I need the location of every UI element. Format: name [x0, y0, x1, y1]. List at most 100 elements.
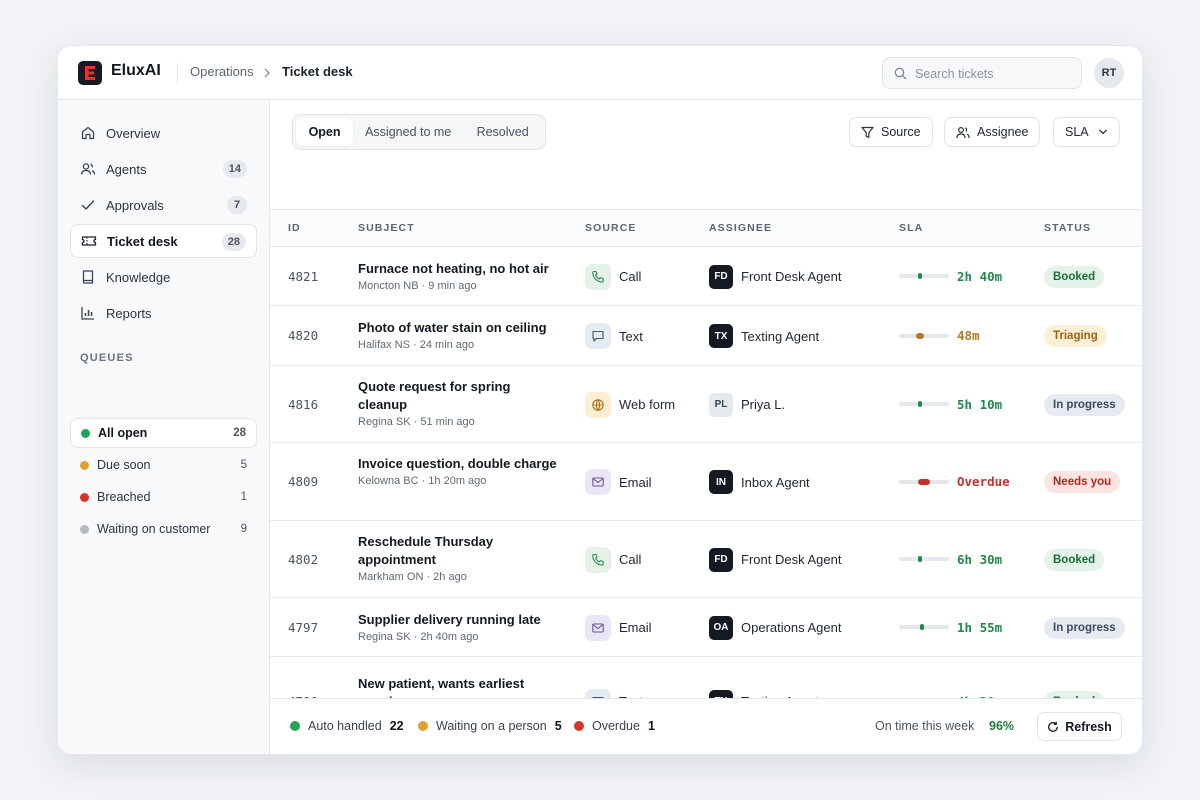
sidebar-item-label: Ticket desk — [107, 233, 178, 249]
user-avatar[interactable]: RT — [1094, 58, 1124, 88]
table-row[interactable]: 4820 Photo of water stain on ceiling Halif… — [270, 306, 1142, 366]
legend-waiting-on-person: Waiting on a person 5 — [418, 719, 562, 733]
ticket-title[interactable]: Invoice question, double charge — [358, 455, 558, 473]
ticket-title[interactable]: Supplier delivery running late — [358, 611, 558, 629]
on-time-label: On time this week — [875, 719, 975, 733]
legend-auto-handled: Auto handled 22 — [290, 719, 404, 733]
status-badge: In progress — [1044, 393, 1125, 416]
sla-bar-fill — [918, 401, 922, 407]
filter-label: Source — [881, 125, 921, 139]
table-row[interactable]: 4816 Quote request for spring cleanup Regi… — [270, 366, 1142, 443]
sidebar-item-label: Reports — [106, 305, 152, 321]
queue-breached[interactable]: Breached 1 — [70, 482, 257, 512]
sidebar-item-label: Overview — [106, 125, 161, 141]
ticket-meta: Halifax NS · 24 min ago — [358, 339, 475, 351]
legend-label: Waiting on a person — [436, 719, 547, 733]
column-header-id[interactable]: ID — [288, 222, 301, 234]
refresh-icon — [1047, 721, 1059, 733]
chevron-down-icon — [1098, 128, 1108, 136]
status-badge: Booked — [1044, 265, 1105, 288]
sla-bar-fill — [918, 556, 922, 562]
sla-indicator: 1h 55m — [899, 620, 1002, 635]
status-badge: Booked — [1044, 548, 1105, 571]
brand-name: EluxAI — [111, 62, 161, 79]
ticket-assignee: IN Inbox Agent — [709, 470, 810, 494]
ticket-source: Email — [585, 469, 652, 495]
status-dot — [80, 524, 89, 534]
table-row[interactable]: 4809 Invoice question, double charge Kelow… — [270, 443, 1142, 521]
source-label: Email — [619, 474, 652, 490]
breadcrumb-operations[interactable]: Operations — [190, 64, 254, 79]
sidebar: Overview Agents 14 Approvals 7 Ticket de… — [58, 100, 270, 754]
ticket-subject: Furnace not heating, no hot air Moncton N… — [358, 260, 558, 293]
status-badge: In progress — [1044, 616, 1125, 639]
column-header-sla[interactable]: SLA — [899, 222, 923, 234]
ticket-subject: Reschedule Thursday appointment Markham O… — [358, 533, 558, 584]
assignee-name: Inbox Agent — [741, 474, 810, 490]
sidebar-item-ticket-desk[interactable]: Ticket desk 28 — [70, 224, 257, 258]
ticket-meta: Markham ON · 2h ago — [358, 570, 467, 583]
tab-open[interactable]: Open — [296, 118, 354, 146]
queue-label: Due soon — [97, 458, 151, 472]
queue-label: Breached — [97, 490, 151, 504]
assignee-name: Front Desk Agent — [741, 269, 842, 284]
status-dot — [290, 721, 300, 731]
chevron-right-icon — [262, 66, 272, 84]
ticket-title[interactable]: Quote request for spring cleanup — [358, 378, 558, 414]
status-dot — [80, 460, 89, 470]
sidebar-item-overview[interactable]: Overview — [70, 116, 257, 150]
check-icon — [80, 197, 96, 213]
sla-filter-dropdown[interactable]: SLA — [1053, 117, 1120, 147]
ticket-title[interactable]: Photo of water stain on ceiling — [358, 319, 558, 337]
logo-icon — [78, 61, 102, 85]
refresh-button[interactable]: Refresh — [1037, 712, 1122, 741]
table-row[interactable]: 4797 Supplier delivery running late Regina… — [270, 598, 1142, 657]
table-row[interactable]: 4802 Reschedule Thursday appointment Markh… — [270, 521, 1142, 598]
source-label: Call — [619, 552, 642, 567]
ticket-id: 4821 — [288, 268, 319, 284]
sidebar-item-approvals[interactable]: Approvals 7 — [70, 188, 257, 222]
source-filter-button[interactable]: Source — [849, 117, 933, 147]
sla-bar-fill — [920, 624, 924, 630]
sla-bar-fill — [918, 478, 930, 485]
sla-bar — [899, 556, 949, 562]
sidebar-item-knowledge[interactable]: Knowledge — [70, 260, 257, 294]
table-row[interactable]: 4821 Furnace not heating, no hot air Monct… — [270, 247, 1142, 306]
queue-all-open[interactable]: All open 28 — [70, 418, 257, 448]
sidebar-item-reports[interactable]: Reports — [70, 296, 257, 330]
column-header-source[interactable]: SOURCE — [585, 222, 637, 234]
ticket-id: 4816 — [288, 396, 319, 412]
sla-indicator: 48m — [899, 328, 980, 343]
search-icon — [894, 67, 907, 85]
legend-value: 22 — [389, 719, 404, 733]
sla-bar — [899, 332, 949, 339]
sla-time: 6h 30m — [957, 551, 1003, 567]
tab-resolved[interactable]: Resolved — [463, 118, 542, 146]
status-badge: Triaging — [1044, 325, 1107, 347]
table-header: ID SUBJECT SOURCE ASSIGNEE SLA STATUS — [270, 209, 1142, 247]
source-label: Email — [619, 620, 652, 635]
column-header-assignee[interactable]: ASSIGNEE — [709, 222, 772, 234]
bar-chart-icon — [80, 305, 96, 321]
ticket-id: 4820 — [288, 328, 319, 343]
ticket-title[interactable]: Reschedule Thursday appointment — [358, 533, 558, 569]
ticket-id: 4797 — [288, 619, 319, 635]
book-icon — [80, 269, 96, 285]
column-header-status[interactable]: STATUS — [1044, 222, 1091, 234]
ticket-subject: Quote request for spring cleanup Regina S… — [358, 378, 558, 429]
refresh-label: Refresh — [1065, 719, 1112, 734]
search-input[interactable] — [915, 64, 1075, 84]
queue-count: 28 — [233, 427, 246, 439]
count-badge: 14 — [222, 160, 247, 178]
ticket-title[interactable]: Furnace not heating, no hot air — [358, 260, 558, 278]
ticket-assignee: OA Operations Agent — [709, 615, 841, 640]
sidebar-item-agents[interactable]: Agents 14 — [70, 152, 257, 186]
queue-due-soon[interactable]: Due soon 5 — [70, 450, 257, 480]
ticket-icon — [81, 233, 97, 249]
tab-assigned-to-me[interactable]: Assigned to me — [353, 118, 463, 146]
column-header-subject[interactable]: SUBJECT — [358, 222, 415, 234]
ticket-source: Web form — [585, 391, 675, 418]
queue-waiting-on-customer[interactable]: Waiting on customer 9 — [70, 514, 257, 544]
globe-icon — [585, 391, 611, 418]
assignee-filter-button[interactable]: Assignee — [944, 117, 1041, 147]
